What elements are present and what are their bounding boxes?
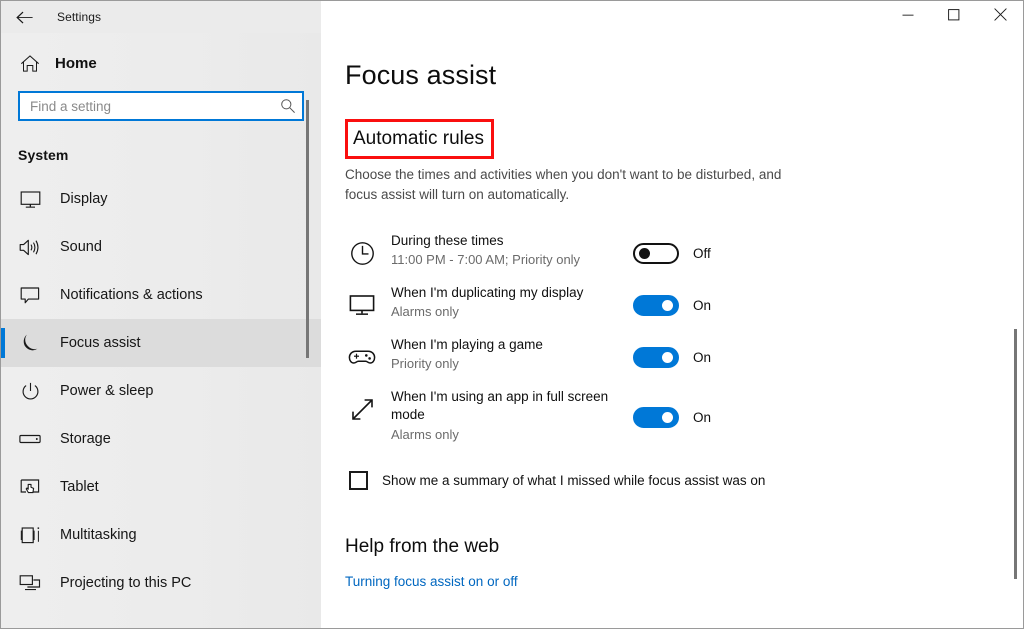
rule-subtitle: Alarms only <box>391 304 459 320</box>
sidebar-item-projecting[interactable]: Projecting to this PC <box>1 559 321 607</box>
maximize-icon <box>948 8 960 26</box>
rule-toggle-wrap: On <box>633 341 711 368</box>
section-description: Choose the times and activities when you… <box>345 167 782 202</box>
sidebar-item-display[interactable]: Display <box>1 175 321 223</box>
home-icon <box>19 52 41 74</box>
sidebar-item-focus-assist[interactable]: Focus assist <box>1 319 321 367</box>
search-input[interactable] <box>20 93 274 119</box>
sidebar-item-label: Storage <box>60 431 111 447</box>
rule-toggle[interactable] <box>633 407 679 429</box>
back-arrow-icon <box>15 11 33 24</box>
title-bar: Settings <box>1 1 1023 33</box>
sidebar-nav-list: Display Sound Notifications & actions Fo… <box>1 175 321 607</box>
tablet-hand-icon <box>18 475 42 499</box>
window-title: Settings <box>57 10 102 24</box>
minimize-icon <box>902 8 914 26</box>
content-inner: Focus assist Automatic rules Choose the … <box>321 39 1023 591</box>
section-heading: Automatic rules <box>353 128 484 150</box>
speaker-icon <box>18 235 42 259</box>
window-controls <box>321 1 1023 33</box>
rule-row[interactable]: When I'm playing a game Priority only On <box>345 328 983 380</box>
rule-title: When I'm using an app in full screen mod… <box>391 389 609 423</box>
moon-icon <box>18 331 42 355</box>
rule-toggle[interactable] <box>633 346 679 368</box>
rule-texts: During these times 11:00 PM - 7:00 AM; P… <box>379 230 625 269</box>
summary-checkbox-row[interactable]: Show me a summary of what I missed while… <box>345 471 983 491</box>
notification-balloon-icon <box>18 283 42 307</box>
multitasking-icon <box>18 523 42 547</box>
content-scrollbar[interactable] <box>1014 329 1017 579</box>
fullscreen-arrows-icon <box>345 386 379 426</box>
rule-subtitle: 11:00 PM - 7:00 AM; Priority only <box>391 252 581 268</box>
summary-checkbox-label: Show me a summary of what I missed while… <box>382 473 766 489</box>
automatic-rules-list: During these times 11:00 PM - 7:00 AM; P… <box>345 224 983 449</box>
sidebar-item-home[interactable]: Home <box>1 43 321 83</box>
rule-title: When I'm duplicating my display <box>391 285 584 301</box>
sidebar-section-label: System <box>18 147 69 163</box>
rule-toggle-wrap: On <box>633 401 712 429</box>
sidebar-item-multitasking[interactable]: Multitasking <box>1 511 321 559</box>
rule-row[interactable]: During these times 11:00 PM - 7:00 AM; P… <box>345 224 983 276</box>
rule-toggle[interactable] <box>633 294 679 316</box>
rule-row[interactable]: When I'm duplicating my display Alarms o… <box>345 276 983 328</box>
title-bar-left: Settings <box>1 1 321 33</box>
clock-icon <box>345 230 379 270</box>
search-box[interactable] <box>18 91 304 121</box>
content-pane: Focus assist Automatic rules Choose the … <box>321 33 1023 628</box>
rule-toggle-wrap: Off <box>633 237 711 264</box>
sidebar-item-label: Multitasking <box>60 527 137 543</box>
sidebar-item-power-sleep[interactable]: Power & sleep <box>1 367 321 415</box>
projecting-icon <box>18 571 42 595</box>
summary-checkbox[interactable] <box>349 471 368 491</box>
rule-texts: When I'm duplicating my display Alarms o… <box>379 282 625 321</box>
automatic-rules-heading-wrap: Automatic rules <box>345 119 494 160</box>
rule-row[interactable]: When I'm using an app in full screen mod… <box>345 380 983 449</box>
gamepad-icon <box>345 334 379 374</box>
window-body: Home System <box>1 33 1023 628</box>
rule-title: When I'm playing a game <box>391 337 543 353</box>
rule-toggle-state: On <box>693 349 712 365</box>
back-button[interactable] <box>1 1 47 33</box>
monitor-icon <box>18 187 42 211</box>
rule-toggle-state: On <box>693 297 712 313</box>
rule-toggle-state: Off <box>693 245 711 261</box>
rule-toggle[interactable] <box>633 242 679 264</box>
sidebar-item-tablet[interactable]: Tablet <box>1 463 321 511</box>
sidebar-item-notifications[interactable]: Notifications & actions <box>1 271 321 319</box>
rule-subtitle: Alarms only <box>391 426 459 442</box>
maximize-button[interactable] <box>931 1 977 32</box>
page-title: Focus assist <box>345 60 497 90</box>
sidebar-item-label: Tablet <box>60 479 99 495</box>
minimize-button[interactable] <box>885 1 931 32</box>
help-heading: Help from the web <box>345 536 500 558</box>
search-icon[interactable] <box>274 98 302 114</box>
sidebar-item-label: Notifications & actions <box>60 287 203 303</box>
sidebar-item-storage[interactable]: Storage <box>1 415 321 463</box>
sidebar-item-label: Projecting to this PC <box>60 575 192 591</box>
sidebar-item-label: Sound <box>60 239 102 255</box>
sidebar-item-sound[interactable]: Sound <box>1 223 321 271</box>
rule-texts: When I'm playing a game Priority only <box>379 334 625 373</box>
monitor-icon <box>345 282 379 322</box>
sidebar: Home System <box>1 33 321 628</box>
rule-toggle-state: On <box>693 410 712 426</box>
settings-window: Settings Home Find a setting System Disp… <box>0 0 1024 629</box>
rule-texts: When I'm using an app in full screen mod… <box>379 386 625 443</box>
help-link[interactable]: Turning focus assist on or off <box>345 574 518 589</box>
sidebar-home-label: Home <box>55 54 97 72</box>
rule-title: During these times <box>391 233 504 249</box>
close-icon <box>993 7 1007 26</box>
sidebar-item-label: Power & sleep <box>60 383 154 399</box>
rule-toggle-wrap: On <box>633 289 711 316</box>
power-icon <box>18 379 42 403</box>
sidebar-item-label: Display <box>60 191 108 207</box>
rule-subtitle: Priority only <box>391 356 459 372</box>
sidebar-item-label: Focus assist <box>60 335 141 351</box>
drive-icon <box>18 427 42 451</box>
close-button[interactable] <box>977 1 1023 32</box>
sidebar-scrollbar[interactable] <box>306 100 309 358</box>
